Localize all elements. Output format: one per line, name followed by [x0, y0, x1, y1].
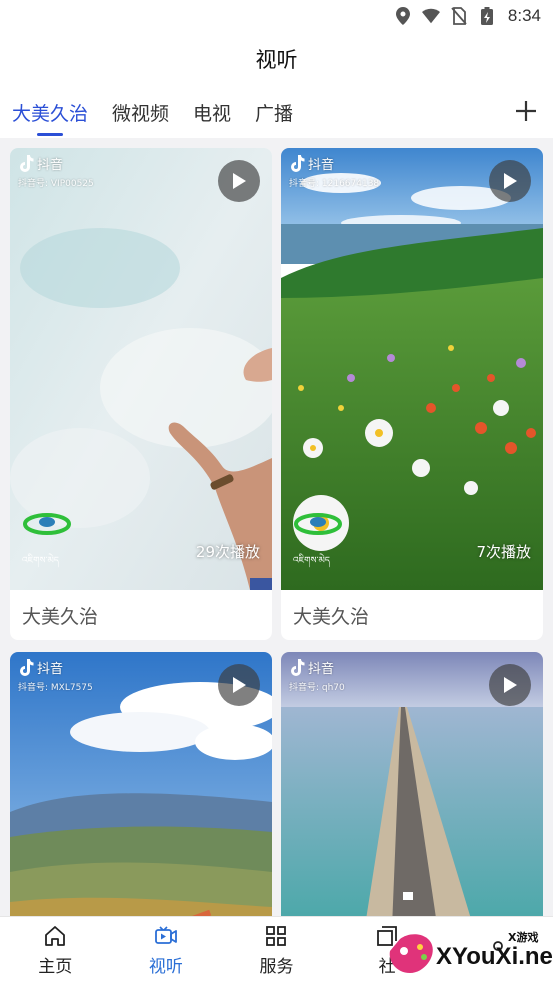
page-title: 视听 [255, 48, 298, 72]
tiktok-icon [291, 154, 305, 172]
app-header: 视听 [0, 32, 553, 86]
watermark-text: འཇིགས་མེད [293, 555, 330, 565]
tab-tv[interactable]: 电视 [193, 86, 231, 138]
video-title[interactable]: 大美久治 [281, 590, 543, 640]
tiktok-icon [291, 658, 305, 676]
nav-services[interactable]: 服务 [221, 917, 332, 983]
account-id: 抖音号: qh70 [289, 683, 345, 693]
play-button[interactable] [218, 664, 260, 706]
nav-home-label: 主页 [38, 956, 73, 977]
video-card[interactable]: 抖音 抖音号: 1216674138 འཇིགས་མེད 7次播放 大美久治 [281, 148, 543, 640]
channel-logo-icon [23, 513, 71, 535]
video-card[interactable]: 抖音 抖音号: VIP00525 འཇིགས་མེད 29次播放 大美久治 [10, 148, 272, 640]
account-id: 抖音号: 1216674138 [289, 179, 380, 189]
platform-label: 抖音 [37, 662, 64, 677]
battery-charging-icon [478, 7, 496, 25]
nav-video[interactable]: 视听 [111, 917, 222, 983]
no-sim-icon [450, 7, 468, 25]
account-id: 抖音号: VIP00525 [18, 179, 94, 189]
watermark-logo: འཇིགས་མེད [293, 510, 343, 576]
play-icon [504, 677, 517, 693]
video-thumbnail[interactable]: 抖音 抖音号: MXL7575 [10, 652, 272, 916]
xyouxi-watermark: X游戏 XYouXi.net [380, 921, 553, 983]
watermark-logo: འཇིགས་མེད [22, 510, 72, 576]
wifi-icon [421, 7, 440, 25]
platform-label: 抖音 [308, 662, 335, 677]
tab-radio[interactable]: 广播 [255, 86, 293, 138]
video-card[interactable]: 抖音 抖音号: qh70 [281, 652, 543, 916]
play-count: 7次播放 [476, 543, 531, 561]
tab-damei-jiuzhi[interactable]: 大美久治 [12, 86, 88, 138]
play-button[interactable] [489, 664, 531, 706]
home-icon [45, 925, 66, 946]
play-button[interactable] [218, 160, 260, 202]
watermark-text: འཇིགས་མེད [22, 555, 59, 565]
nav-video-label: 视听 [148, 956, 183, 977]
douyin-logo: 抖音 [18, 658, 63, 677]
play-count: 29次播放 [195, 543, 260, 561]
platform-label: 抖音 [308, 158, 335, 173]
play-icon [233, 677, 246, 693]
video-icon [154, 925, 177, 944]
tab-bar: 大美久治 微视频 电视 广播 [0, 86, 553, 138]
platform-label: 抖音 [37, 158, 64, 173]
tab-micro-video[interactable]: 微视频 [112, 86, 169, 138]
video-card[interactable]: 抖音 抖音号: MXL7575 [10, 652, 272, 916]
channel-logo-icon [294, 513, 342, 535]
video-thumbnail[interactable]: 抖音 抖音号: qh70 [281, 652, 543, 916]
douyin-logo: 抖音 [289, 658, 334, 677]
play-icon [233, 173, 246, 189]
location-icon [394, 7, 412, 25]
clock: 8:34 [507, 6, 541, 25]
grid-icon [266, 925, 287, 946]
tiktok-icon [20, 658, 34, 676]
nav-services-label: 服务 [259, 956, 294, 977]
nav-home[interactable]: 主页 [0, 917, 111, 983]
douyin-logo: 抖音 [18, 154, 63, 173]
status-bar: 8:34 [0, 0, 553, 32]
video-title[interactable]: 大美久治 [10, 590, 272, 640]
ad-brand: XYouXi.net [436, 943, 553, 970]
add-tab-icon[interactable] [513, 98, 539, 124]
douyin-logo: 抖音 [289, 154, 334, 173]
video-thumbnail[interactable]: 抖音 抖音号: VIP00525 འཇིགས་མེད 29次播放 [10, 148, 272, 590]
account-id: 抖音号: MXL7575 [18, 683, 93, 693]
play-button[interactable] [489, 160, 531, 202]
video-grid: 抖音 抖音号: VIP00525 འཇིགས་མེད 29次播放 大美久治 抖音… [0, 146, 553, 916]
video-thumbnail[interactable]: 抖音 抖音号: 1216674138 འཇིགས་མེད 7次播放 [281, 148, 543, 590]
tiktok-icon [20, 154, 34, 172]
play-icon [504, 173, 517, 189]
